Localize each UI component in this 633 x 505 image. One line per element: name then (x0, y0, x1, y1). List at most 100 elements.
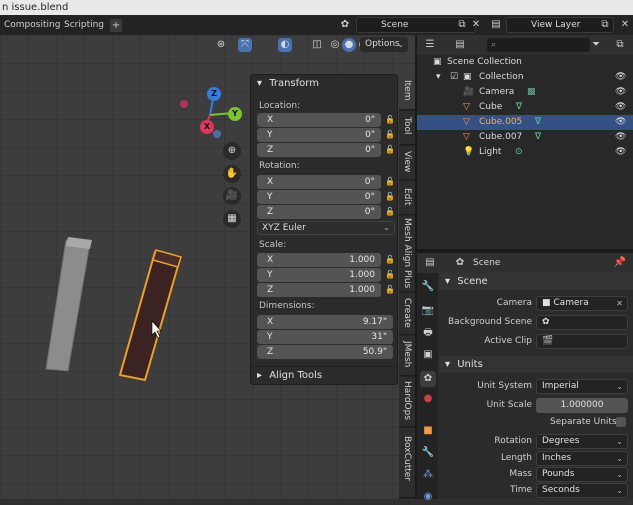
zoom-icon[interactable]: ⊕ (223, 142, 241, 160)
lock-icon[interactable]: 🔓 (385, 130, 395, 140)
rotation-y-field[interactable]: Y 0° (257, 190, 381, 204)
transform-panel-header[interactable]: ▾ Transform (251, 75, 397, 92)
lock-icon[interactable]: 🔓 (385, 270, 395, 280)
gizmo-x-axis[interactable]: X (200, 120, 214, 134)
eye-icon[interactable]: 👁 (615, 100, 626, 115)
tool-tab-icon[interactable]: 🔧 (420, 279, 436, 295)
tab-edit[interactable]: Edit (399, 181, 415, 215)
new-view-layer-icon[interactable]: ⧉ (598, 18, 612, 32)
tab-item[interactable]: Item (399, 74, 415, 110)
world-tab-icon[interactable]: ● (420, 391, 436, 407)
view-layer-icon[interactable]: ▤ (489, 18, 503, 32)
unit-scale-field[interactable]: 1.000000 (536, 398, 628, 413)
solid-shading-icon[interactable]: ● (342, 38, 356, 52)
eye-icon[interactable]: 👁 (615, 115, 626, 130)
dimensions-x-field[interactable]: X 9.17" (257, 315, 393, 329)
tab-mesh-align-plus[interactable]: Mesh Align Plus (399, 216, 415, 292)
background-scene-field[interactable]: ✿ (536, 315, 628, 330)
new-scene-icon[interactable]: ⧉ (455, 18, 469, 32)
outliner-row-light[interactable]: 💡 Light ⊙ 👁 (417, 145, 633, 160)
gizmo-y-axis[interactable]: Y (228, 107, 242, 121)
delete-view-layer-icon[interactable]: ✕ (618, 18, 632, 32)
camera-field[interactable]: ■ Camera ✕ (536, 296, 628, 311)
outliner-row-collection[interactable]: ▾ ☑ ▣ Collection 👁 (417, 70, 633, 85)
lock-icon[interactable]: 🔓 (385, 285, 395, 295)
lock-icon[interactable]: 🔓 (385, 177, 395, 187)
tab-hardops[interactable]: HardOps (399, 377, 415, 427)
outliner-row-cube-005[interactable]: ▽ Cube.005 ∇ 👁 (417, 115, 633, 130)
scene-icon[interactable]: ✿ (338, 18, 352, 32)
object-tab-icon[interactable]: ■ (420, 423, 436, 439)
wireframe-shading-icon[interactable]: ◎ (328, 38, 342, 52)
lock-icon[interactable]: 🔓 (385, 192, 395, 202)
unit-system-dropdown[interactable]: Imperial ⌄ (536, 379, 628, 394)
overlay-toggle-icon[interactable]: ◐ (278, 38, 292, 52)
tab-view[interactable]: View (399, 146, 415, 180)
mass-unit-dropdown[interactable]: Pounds ⌄ (536, 467, 628, 482)
tab-boxcutter[interactable]: BoxCutter (399, 428, 415, 498)
outliner-row-cube[interactable]: ▽ Cube ∇ 👁 (417, 100, 633, 115)
location-z-field[interactable]: Z 0" (257, 143, 381, 157)
units-section-header[interactable]: ▾ Units (439, 356, 633, 373)
filter-icon[interactable]: ⏷ (589, 38, 603, 52)
gizmo-z-axis[interactable]: Z (207, 87, 221, 101)
tab-tool[interactable]: Tool (399, 111, 415, 145)
lock-icon[interactable]: 🔓 (385, 255, 395, 265)
outliner-search-input[interactable]: ⌕ (487, 38, 590, 52)
time-unit-dropdown[interactable]: Seconds ⌄ (536, 483, 628, 498)
rotation-unit-dropdown[interactable]: Degrees ⌄ (536, 434, 628, 449)
location-y-field[interactable]: Y 0" (257, 128, 381, 142)
location-x-field[interactable]: X 0" (257, 113, 381, 127)
view-layer-tab-icon[interactable]: ▣ (420, 347, 436, 363)
area-divider[interactable] (417, 249, 633, 253)
align-tools-header[interactable]: ▸ Align Tools (251, 366, 397, 383)
scene-tab-icon[interactable]: ✿ (420, 371, 436, 387)
particles-tab-icon[interactable]: ⁂ (420, 467, 436, 483)
options-button[interactable]: Options ⌄ (360, 37, 408, 52)
perspective-grid-icon[interactable]: ▦ (223, 210, 241, 228)
rotation-x-field[interactable]: X 0° (257, 175, 381, 189)
eye-icon[interactable]: 👁 (615, 130, 626, 145)
outliner-row-scene-collection[interactable]: ▣ Scene Collection (417, 55, 633, 70)
delete-scene-icon[interactable]: ✕ (469, 18, 483, 32)
eye-icon[interactable]: 👁 (615, 85, 626, 100)
dimensions-y-field[interactable]: Y 31" (257, 330, 393, 344)
tab-compositing[interactable]: Compositing (0, 17, 64, 34)
rotation-z-field[interactable]: Z 0° (257, 205, 381, 219)
pan-hand-icon[interactable]: ✋ (223, 165, 241, 183)
active-clip-field[interactable]: 🎬 (536, 334, 628, 349)
camera-view-icon[interactable]: 🎥 (223, 187, 241, 205)
tab-scripting[interactable]: Scripting (60, 17, 108, 34)
scene-section-header[interactable]: ▾ Scene (439, 273, 633, 290)
rotation-mode-dropdown[interactable]: XYZ Euler ⌄ (257, 221, 395, 235)
navigation-gizmo[interactable]: Z Y X (180, 85, 242, 145)
area-divider[interactable] (415, 35, 417, 499)
add-workspace-button[interactable]: + (110, 19, 122, 32)
tab-create[interactable]: Create (399, 293, 415, 335)
modifier-tab-icon[interactable]: 🔧 (420, 445, 436, 461)
length-unit-dropdown[interactable]: Inches ⌄ (536, 451, 628, 466)
scale-x-field[interactable]: X 1.000 (257, 253, 381, 267)
render-tab-icon[interactable]: 📷 (420, 303, 436, 319)
output-tab-icon[interactable]: 🖶 (420, 325, 436, 341)
lock-icon[interactable]: 🔓 (385, 145, 395, 155)
gizmo-neg-x[interactable] (180, 100, 188, 108)
scale-y-field[interactable]: Y 1.000 (257, 268, 381, 282)
xray-toggle-icon[interactable]: ◫ (310, 38, 324, 52)
display-mode-icon[interactable]: ▤ (453, 38, 467, 52)
outliner-row-cube-007[interactable]: ▽ Cube.007 ∇ 👁 (417, 130, 633, 145)
scale-z-field[interactable]: Z 1.000 (257, 283, 381, 297)
eye-icon[interactable]: 👁 (615, 70, 626, 85)
eye-icon[interactable]: 👁 (615, 145, 626, 160)
tab-jmesh[interactable]: JMesh (399, 336, 415, 376)
new-collection-icon[interactable]: ⧉ (613, 38, 627, 52)
editor-type-icon[interactable]: ☰ (423, 38, 437, 52)
gizmo-neg-z[interactable] (213, 130, 221, 138)
clear-icon[interactable]: ✕ (616, 297, 623, 310)
dimensions-z-field[interactable]: Z 50.9" (257, 345, 393, 359)
lock-icon[interactable]: 🔓 (385, 115, 395, 125)
separate-units-checkbox[interactable] (616, 417, 626, 427)
pin-icon[interactable]: 📌 (613, 256, 627, 270)
lock-icon[interactable]: 🔓 (385, 207, 395, 217)
outliner-row-camera[interactable]: 🎥 Camera ▩ 👁 (417, 85, 633, 100)
